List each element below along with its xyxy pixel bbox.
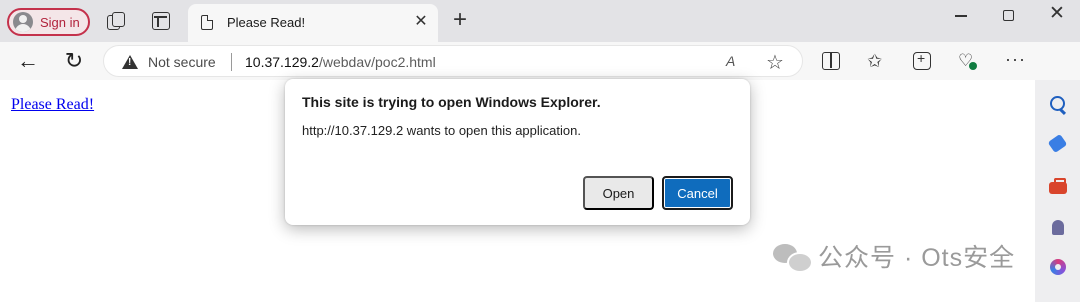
- warning-icon[interactable]: [122, 55, 138, 69]
- minimize-icon[interactable]: [955, 15, 967, 17]
- reload-button[interactable]: ↻: [63, 50, 85, 72]
- open-app-dialog: This site is trying to open Windows Expl…: [285, 79, 750, 225]
- sign-in-button[interactable]: Sign in: [7, 8, 90, 36]
- back-button[interactable]: ←: [17, 50, 39, 72]
- collections-icon[interactable]: [913, 50, 931, 70]
- workspaces-icon[interactable]: [107, 12, 125, 30]
- profile-icon: [13, 12, 33, 32]
- tab-please-read[interactable]: Please Read! ✕: [188, 4, 438, 42]
- url-path: /webdav/poc2.html: [318, 54, 436, 70]
- read-aloud-icon[interactable]: A: [726, 53, 735, 69]
- cancel-button[interactable]: Cancel: [662, 176, 733, 210]
- health-status-dot: [969, 62, 977, 70]
- watermark: 公众号 · Ots安全: [771, 238, 1015, 274]
- tools-icon[interactable]: [1048, 176, 1068, 196]
- address-bar[interactable]: Not secure 10.37.129.2/webdav/poc2.html …: [103, 45, 803, 77]
- please-read-link[interactable]: Please Read!: [11, 96, 94, 114]
- maximize-icon[interactable]: [1003, 10, 1014, 21]
- shopping-tag-icon[interactable]: [1048, 135, 1068, 155]
- wechat-icon: [771, 238, 813, 274]
- open-button[interactable]: Open: [583, 176, 654, 210]
- dialog-title: This site is trying to open Windows Expl…: [302, 94, 601, 110]
- browser-window: Sign in Please Read! ✕ + ✕ ← ↻ Not secur…: [0, 0, 1080, 302]
- tab-strip: Sign in Please Read! ✕ + ✕: [0, 0, 1080, 42]
- dialog-message: http://10.37.129.2 wants to open this ap…: [302, 123, 581, 138]
- watermark-text: 公众号 · Ots安全: [818, 244, 1016, 272]
- toolbar: ← ↻ Not secure 10.37.129.2/webdav/poc2.h…: [0, 42, 1080, 113]
- games-icon[interactable]: [1048, 217, 1068, 237]
- add-favorite-icon[interactable]: ☆: [766, 50, 784, 75]
- tab-close-icon[interactable]: ✕: [412, 13, 430, 31]
- search-icon[interactable]: [1048, 95, 1068, 115]
- sidebar: [1035, 80, 1080, 302]
- tab-title: Please Read!: [227, 15, 306, 30]
- more-icon[interactable]: ···: [1005, 50, 1025, 70]
- office-icon[interactable]: [1048, 257, 1068, 277]
- sign-in-label: Sign in: [40, 14, 80, 30]
- close-window-icon[interactable]: ✕: [1047, 4, 1067, 24]
- browser-essentials-icon[interactable]: ♡: [958, 52, 977, 70]
- url-separator: [231, 53, 232, 71]
- url-text[interactable]: 10.37.129.2/webdav/poc2.html: [245, 54, 436, 70]
- favorites-icon[interactable]: ✩: [867, 52, 885, 70]
- security-indicator[interactable]: Not secure: [148, 54, 216, 70]
- new-tab-button[interactable]: +: [449, 8, 471, 32]
- tab-actions-icon[interactable]: [152, 12, 170, 30]
- page-icon: [201, 15, 213, 30]
- url-host: 10.37.129.2: [245, 54, 319, 70]
- split-screen-icon[interactable]: [822, 52, 840, 70]
